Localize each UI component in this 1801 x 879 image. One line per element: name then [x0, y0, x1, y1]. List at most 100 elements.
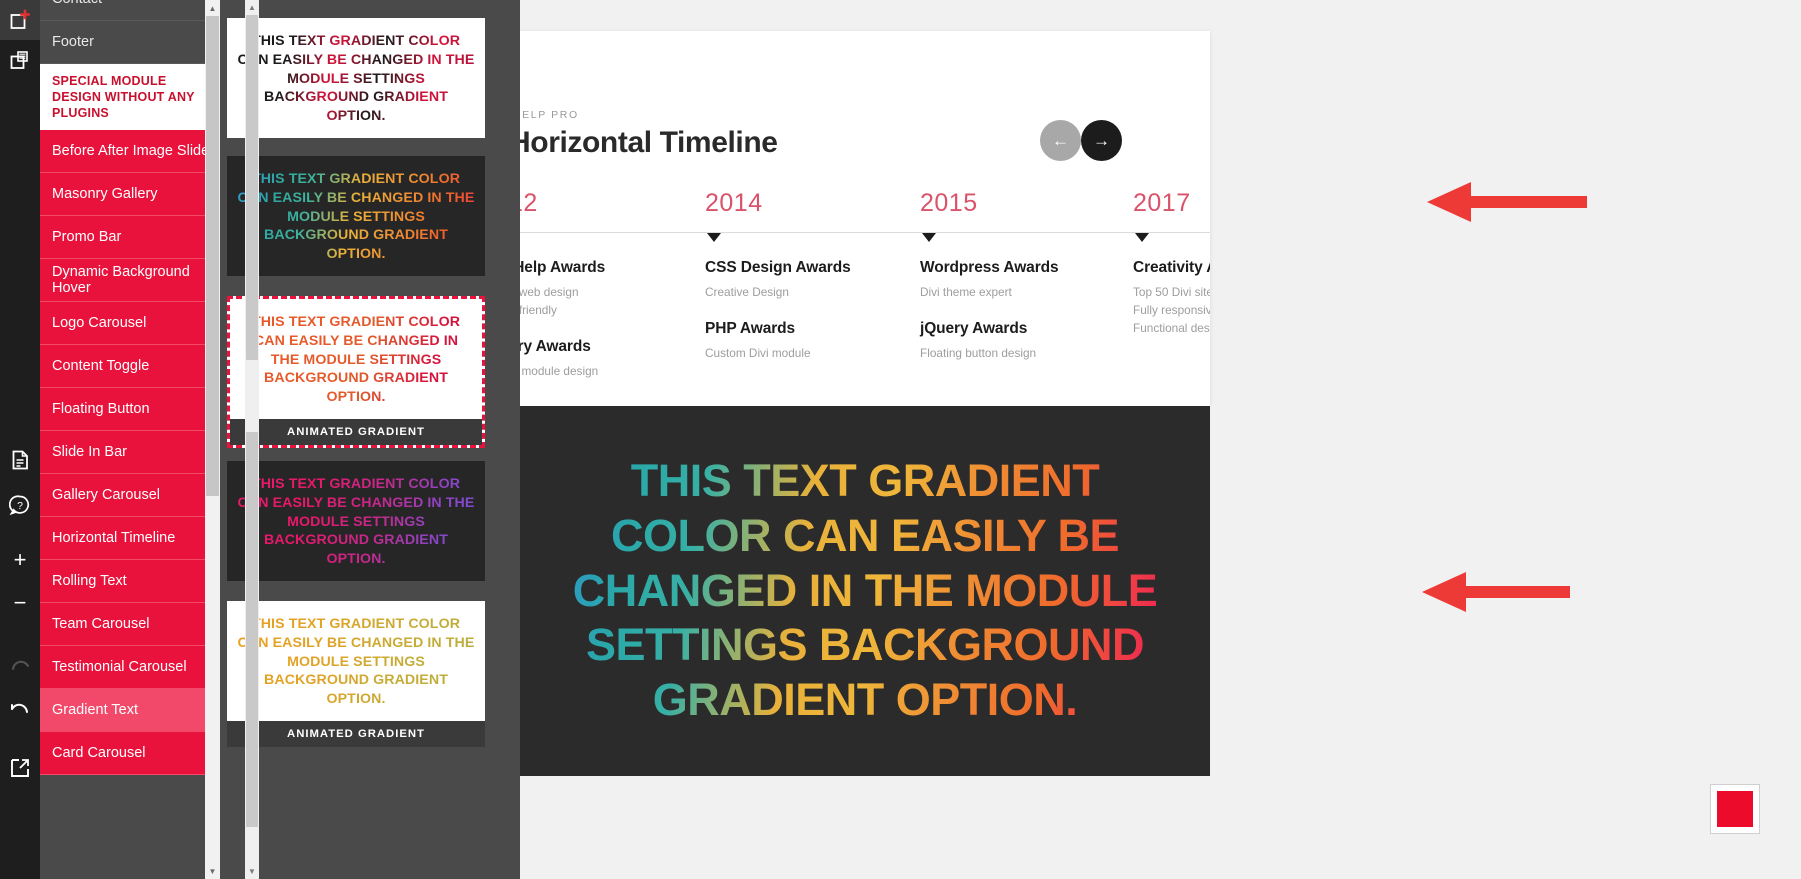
duplicate-page-icon[interactable]	[0, 40, 40, 80]
timeline-entries: Wordpress Awards Divi theme expert jQuery …	[920, 259, 1059, 364]
gradient-card-4[interactable]: This text gradient color can easily be c…	[227, 461, 485, 581]
timeline-entry: ery Awards al module design	[509, 338, 605, 378]
timeline-entry: Creativity A Top 50 Divi site Fully respon…	[1133, 259, 1210, 335]
gradient-card-3-body: This text gradient color can easily be c…	[230, 299, 482, 419]
preview-scrollbar[interactable]: ▲ ▼	[245, 0, 259, 879]
preview-scroll-thumb-lower[interactable]	[246, 432, 258, 827]
color-swatch-fill	[1717, 791, 1753, 827]
timeline-entry-line: Top 50 Divi site	[1133, 285, 1210, 299]
timeline-entry: PHP Awards Custom Divi module	[705, 320, 851, 360]
gradient-card-3-text: This text gradient color can easily be c…	[240, 313, 472, 407]
timeline-entry-line: Custom Divi module	[705, 346, 811, 360]
sidebar-item-promo-bar[interactable]: Promo Bar	[40, 216, 220, 259]
gradient-card-3[interactable]: This text gradient color can easily be c…	[227, 296, 485, 448]
timeline-year: 2015	[920, 189, 978, 217]
sidebar-scroll-thumb[interactable]	[206, 16, 219, 496]
timeline-entry: Wordpress Awards Divi theme expert	[920, 259, 1059, 299]
timeline-entry-line: 0 web design	[509, 285, 579, 299]
gradient-card-2[interactable]: This text gradient color can easily be c…	[227, 156, 485, 276]
timeline-axis-line	[405, 232, 1210, 233]
sidebar-item-before-after-image-slider[interactable]: Before After Image Slider	[40, 130, 220, 173]
undo-icon[interactable]	[0, 688, 40, 728]
timeline-entry-heading: .Help Awards	[509, 259, 606, 276]
new-page-icon[interactable]	[0, 0, 40, 40]
sidebar-item-rolling-text[interactable]: Rolling Text	[40, 560, 220, 603]
gradient-card-5-body: This text gradient color can easily be c…	[227, 601, 485, 721]
timeline-entry-heading: ery Awards	[509, 338, 591, 355]
timeline-entry-line: Divi theme expert	[920, 285, 1012, 299]
timeline-caret-icon	[1135, 233, 1149, 242]
gradient-card-5-animated-label: Animated Gradient	[227, 721, 485, 747]
sidebar-item-dynamic-background-hover[interactable]: Dynamic Background Hover	[40, 259, 220, 302]
sidebar-item-footer[interactable]: Footer	[40, 21, 220, 64]
sidebar-scroll-down-icon[interactable]: ▼	[205, 863, 220, 879]
timeline-year: 2017	[1133, 189, 1191, 217]
sidebar-item-masonry-gallery[interactable]: Masonry Gallery	[40, 173, 220, 216]
gradient-card-5-text: This text gradient color can easily be c…	[237, 616, 475, 708]
module-list-sidebar: ContactFooterSPECIAL MODULE DESIGN WITHO…	[40, 0, 220, 879]
timeline-entry-heading: Creativity A	[1133, 259, 1210, 276]
gradient-card-4-body: This text gradient color can easily be c…	[227, 461, 485, 581]
sidebar-item-testimonial-carousel[interactable]: Testimonial Carousel	[40, 646, 220, 689]
gradient-preview-panel: This text gradient color can easily be c…	[220, 0, 520, 879]
zoom-in-glyph: +	[13, 547, 27, 572]
gradient-card-1[interactable]: This text gradient color can easily be c…	[227, 18, 485, 138]
sidebar-item-content-toggle[interactable]: Content Toggle	[40, 345, 220, 388]
sidebar-item-logo-carousel[interactable]: Logo Carousel	[40, 302, 220, 345]
preview-scroll-down-icon[interactable]: ▼	[245, 864, 259, 879]
timeline-entries: Creativity A Top 50 Divi site Fully respon…	[1133, 259, 1210, 339]
sidebar-item-team-carousel[interactable]: Team Carousel	[40, 603, 220, 646]
gradient-card-4-text: This text gradient color can easily be c…	[237, 476, 475, 568]
svg-text:?: ?	[17, 500, 23, 512]
sidebar-item-gradient-text[interactable]: Gradient Text	[40, 689, 220, 732]
redo-icon[interactable]	[0, 645, 40, 685]
help-icon[interactable]: ?	[0, 485, 40, 525]
timeline-entry: CSS Design Awards Creative Design	[705, 259, 851, 299]
preview-scroll-up-icon[interactable]: ▲	[245, 0, 259, 15]
timeline-entry-heading: CSS Design Awards	[705, 259, 851, 276]
timeline-entry-line: Creative Design	[705, 285, 789, 299]
gradient-card-3-animated-label: Animated Gradient	[230, 419, 482, 445]
sidebar-item-card-carousel[interactable]: Card Carousel	[40, 732, 220, 775]
gradient-card-5[interactable]: This text gradient color can easily be c…	[227, 601, 485, 747]
timeline-entry-heading: jQuery Awards	[920, 320, 1028, 337]
sidebar-item-contact[interactable]: Contact	[40, 0, 220, 21]
gradient-text-preview-section: This text gradient color can easily be c…	[520, 406, 1210, 776]
document-icon[interactable]	[0, 440, 40, 480]
timeline-entry-line: e friendly	[509, 303, 557, 317]
sidebar-item-gallery-carousel[interactable]: Gallery Carousel	[40, 474, 220, 517]
timeline-next-button[interactable]: →	[1081, 120, 1122, 161]
horizontal-timeline-card: HELP PRO Horizontal Timeline ← → 12 .Help…	[405, 31, 1210, 406]
timeline-eyebrow: HELP PRO	[513, 109, 579, 121]
timeline-entry-gap	[705, 303, 851, 320]
preview-scroll-thumb[interactable]	[246, 15, 258, 360]
timeline-entry-heading: PHP Awards	[705, 320, 796, 337]
sidebar-scrollbar[interactable]: ▲ ▼	[205, 0, 220, 879]
timeline-entry-line: Floating button design	[920, 346, 1037, 360]
sidebar-list: ContactFooterSPECIAL MODULE DESIGN WITHO…	[40, 0, 220, 775]
timeline-title: Horizontal Timeline	[509, 126, 778, 159]
sidebar-section-heading: SPECIAL MODULE DESIGN WITHOUT ANY PLUGIN…	[40, 64, 220, 130]
gradient-card-1-body: This text gradient color can easily be c…	[227, 18, 485, 138]
timeline-entry-gap	[920, 303, 1059, 320]
sidebar-item-horizontal-timeline[interactable]: Horizontal Timeline	[40, 517, 220, 560]
sidebar-item-slide-in-bar[interactable]: Slide In Bar	[40, 431, 220, 474]
left-icon-rail: ? + −	[0, 0, 40, 879]
gradient-card-2-text: This text gradient color can easily be c…	[237, 171, 475, 263]
annotation-arrow-bottom	[1422, 572, 1570, 612]
sidebar-scroll-up-icon[interactable]: ▲	[205, 0, 220, 16]
timeline-caret-icon	[707, 233, 721, 242]
gradient-heading: This text gradient color can easily be c…	[545, 454, 1185, 728]
zoom-out-icon[interactable]: −	[0, 583, 40, 623]
sidebar-item-floating-button[interactable]: Floating Button	[40, 388, 220, 431]
annotation-arrow-top	[1427, 182, 1587, 222]
timeline-prev-button[interactable]: ←	[1040, 120, 1081, 161]
timeline-entry-gap	[509, 321, 605, 338]
zoom-out-glyph: −	[13, 590, 27, 615]
timeline-entry-line: Functional design	[1133, 321, 1210, 335]
color-swatch[interactable]	[1710, 784, 1760, 834]
timeline-entries: CSS Design Awards Creative Design PHP Awar…	[705, 259, 851, 364]
open-external-icon[interactable]	[0, 748, 40, 788]
gradient-card-1-text: This text gradient color can easily be c…	[237, 33, 475, 125]
zoom-in-icon[interactable]: +	[0, 540, 40, 580]
